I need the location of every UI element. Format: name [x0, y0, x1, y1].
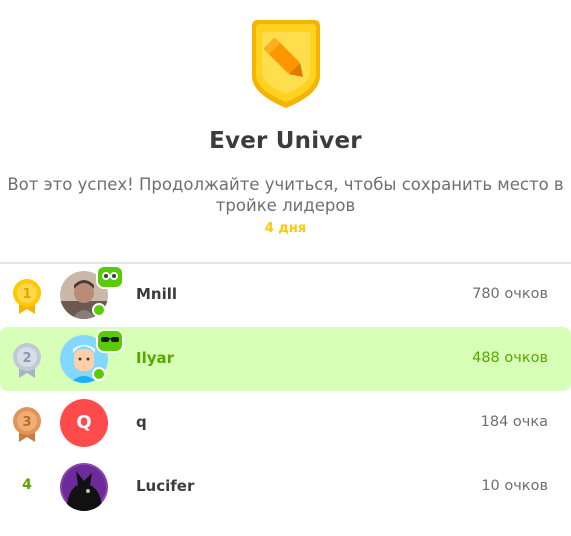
league-subtitle: Вот это успех! Продолжайте учиться, чтоб… [7, 175, 564, 215]
user-name: Lucifer [136, 477, 195, 495]
pencil-league-badge-icon [252, 20, 320, 108]
bronze-medal-icon: 3 [13, 407, 41, 442]
league-title: Ever Univer [209, 128, 362, 154]
svg-text:3: 3 [22, 415, 31, 430]
avatar [60, 463, 108, 511]
online-indicator [92, 367, 106, 381]
svg-text:2: 2 [22, 351, 31, 366]
user-name: q [136, 413, 147, 431]
user-points: 10 очков [481, 478, 548, 494]
user-points: 488 очков [472, 350, 548, 366]
duo-sunglasses-icon [96, 329, 124, 353]
leaderboard-row[interactable]: 1 Mnill 780 очков [0, 263, 571, 327]
rank-number: 4 [22, 477, 32, 493]
svg-text:1: 1 [22, 287, 31, 302]
leaderboard-row[interactable]: 3 Q q 184 очка [0, 391, 571, 455]
user-points: 780 очков [472, 286, 548, 302]
league-header: Ever Univer Вот это успех! Продолжайте у… [0, 0, 571, 262]
user-name: Ilyar [136, 349, 175, 367]
online-indicator [92, 303, 106, 317]
leaderboard-row[interactable]: 4 Lucifer 10 очков [0, 455, 571, 519]
leaderboard-row-current-user[interactable]: 2 Ilyar 488 очков [0, 327, 571, 391]
duo-mascot-icon [96, 265, 124, 289]
time-left: 4 дня [264, 221, 307, 236]
user-name: Mnill [136, 285, 178, 303]
avatar-letter: Q [60, 399, 108, 447]
gold-medal-icon: 1 [13, 279, 41, 314]
silver-medal-icon: 2 [13, 343, 41, 378]
user-points: 184 очка [480, 414, 548, 430]
